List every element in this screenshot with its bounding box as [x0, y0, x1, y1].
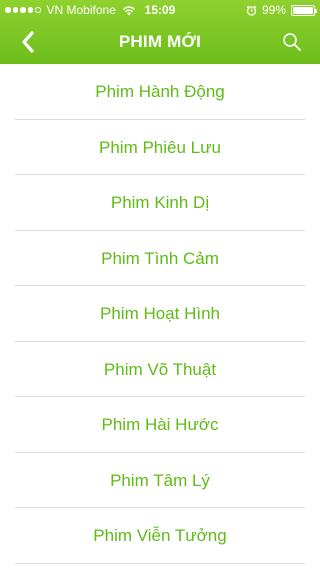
- app-header: VN Mobifone 15:09 99% PHIM MỚI: [0, 0, 320, 64]
- list-item-label: Phim Tâm Lý: [110, 470, 210, 490]
- list-item[interactable]: Phim Kinh Dị: [0, 175, 320, 231]
- battery-icon: [291, 4, 317, 16]
- page-title: PHIM MỚI: [118, 32, 202, 51]
- list-item-label: Phim Hoạt Hình: [100, 304, 220, 323]
- chevron-left-icon: [22, 31, 34, 53]
- list-item-label: Phim Võ Thuật: [103, 359, 217, 379]
- list-item[interactable]: Phim Viễn Tưởng: [0, 508, 320, 564]
- status-right: 99%: [246, 0, 317, 20]
- list-item-label: Phim Hài Hước: [101, 415, 219, 434]
- back-button[interactable]: [10, 26, 46, 58]
- list-item-label: Phim Viễn Tưởng: [93, 526, 227, 545]
- list-item[interactable]: Phim Hành Động: [0, 64, 320, 120]
- list-item-label: Phim Tình Cảm: [101, 248, 219, 268]
- status-bar: VN Mobifone 15:09 99%: [0, 0, 320, 20]
- battery-fill: [293, 6, 313, 14]
- category-list: Phim Hành Động Phim Phiêu Lưu Phim Kinh Dị…: [0, 64, 320, 564]
- search-button[interactable]: [276, 26, 308, 58]
- list-item[interactable]: Phim Tình Cảm: [0, 231, 320, 287]
- search-icon: [283, 33, 301, 51]
- list-item[interactable]: Phim Tâm Lý: [0, 453, 320, 509]
- nav-bar: PHIM MỚI: [0, 20, 320, 64]
- alarm-icon: [246, 5, 257, 16]
- list-item-label: Phim Kinh Dị: [110, 193, 210, 212]
- battery-percent: 99%: [261, 3, 286, 17]
- list-item-label: Phim Phiêu Lưu: [99, 137, 221, 157]
- list-item[interactable]: Phim Phiêu Lưu: [0, 120, 320, 176]
- list-item[interactable]: Phim Hài Hước: [0, 397, 320, 453]
- list-item-label: Phim Hành Động: [95, 82, 225, 101]
- list-item[interactable]: Phim Võ Thuật: [0, 342, 320, 398]
- list-item[interactable]: Phim Hoạt Hình: [0, 286, 320, 342]
